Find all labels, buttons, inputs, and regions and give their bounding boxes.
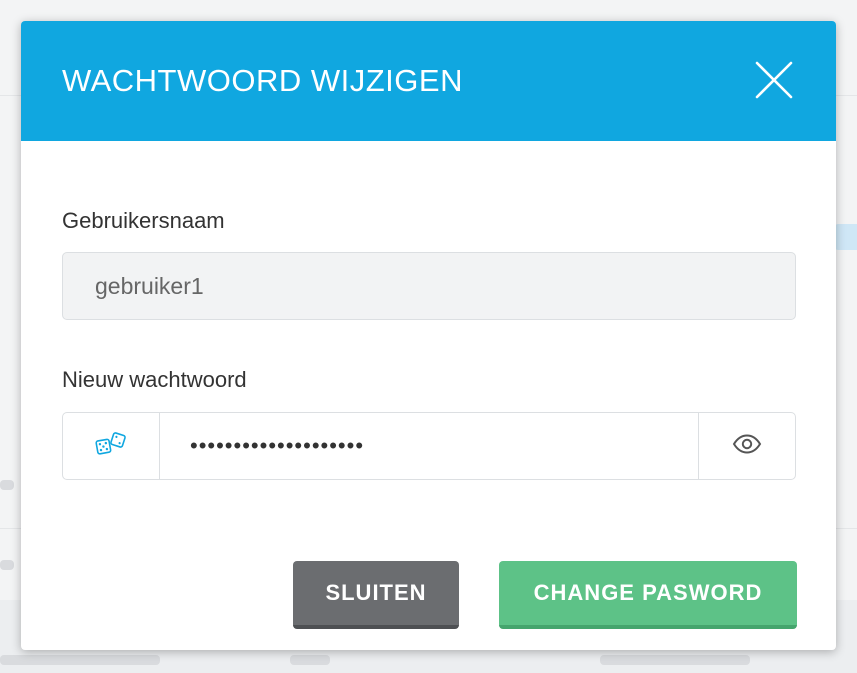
background-text <box>0 655 160 665</box>
username-input[interactable] <box>62 252 796 320</box>
close-button[interactable]: SLUITEN <box>293 561 459 629</box>
background-text <box>290 655 330 665</box>
new-password-input[interactable] <box>160 413 698 479</box>
modal-header: WACHTWOORD WIJZIGEN <box>21 21 836 141</box>
background-text <box>0 560 14 570</box>
new-password-field-group <box>62 412 796 480</box>
generate-password-button[interactable] <box>63 413 160 479</box>
modal-title: WACHTWOORD WIJZIGEN <box>62 63 463 98</box>
dice-icon <box>95 431 127 462</box>
change-password-modal: WACHTWOORD WIJZIGEN Gebruikersnaam Nieuw… <box>21 21 836 650</box>
background-accent <box>835 224 857 250</box>
change-password-button[interactable]: CHANGE PASWORD <box>499 561 797 629</box>
toggle-password-visibility-button[interactable] <box>698 413 795 479</box>
close-icon[interactable] <box>749 55 799 105</box>
background-text <box>0 480 14 490</box>
new-password-label: Nieuw wachtwoord <box>62 367 247 392</box>
username-label: Gebruikersnaam <box>62 208 225 233</box>
eye-icon <box>732 433 762 459</box>
background-text <box>600 655 750 665</box>
